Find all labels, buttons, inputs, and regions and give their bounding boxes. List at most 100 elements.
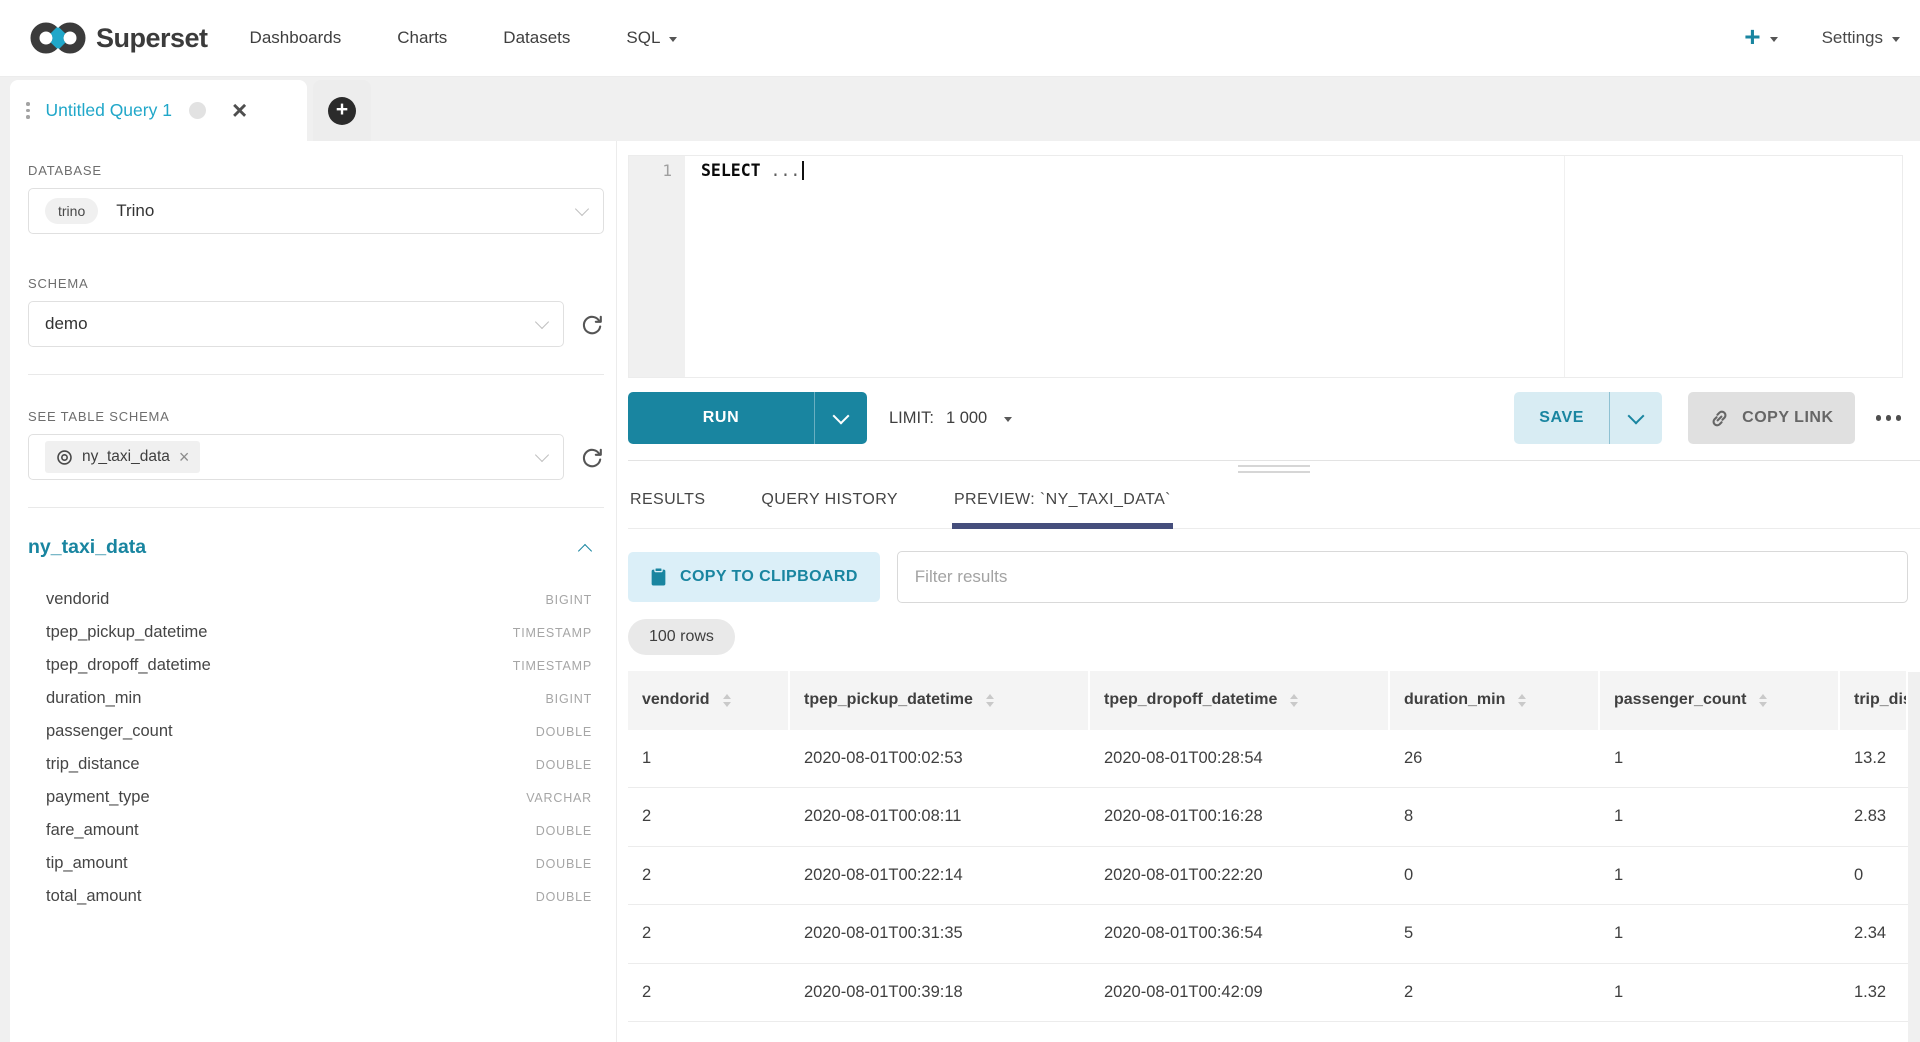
remove-table-icon[interactable]: × — [179, 450, 190, 464]
results-scrollbar[interactable] — [1908, 672, 1920, 1042]
drag-handle-icon[interactable] — [26, 102, 30, 119]
nav-dashboards[interactable]: Dashboards — [250, 28, 342, 48]
chevron-down-icon — [535, 447, 549, 461]
sql-lab-left-panel: DATABASE trino Trino SCHEMA demo SEE TAB — [10, 141, 617, 1042]
preview-results-area: COPY TO CLIPBOARD 100 rows vendorid tpep… — [628, 551, 1920, 1023]
new-item-menu[interactable]: + — [1744, 26, 1777, 51]
run-button[interactable]: RUN — [628, 392, 814, 444]
table-column-row: duration_minBIGINT — [28, 682, 604, 715]
table-column-row: fare_amountDOUBLE — [28, 814, 604, 847]
tab-query-history[interactable]: QUERY HISTORY — [759, 475, 900, 528]
schema-value: demo — [45, 314, 88, 334]
query-tab-active[interactable]: Untitled Query 1 × — [10, 80, 307, 141]
table-column-row: vendoridBIGINT — [28, 583, 604, 616]
see-table-schema-label: SEE TABLE SCHEMA — [28, 409, 604, 424]
query-tab-label: Untitled Query 1 — [46, 100, 172, 121]
copy-link-button[interactable]: COPY LINK — [1688, 392, 1854, 444]
refresh-tables-button[interactable] — [580, 445, 604, 469]
column-header-duration-min[interactable]: duration_min — [1390, 671, 1600, 730]
eye-icon — [56, 449, 73, 466]
limit-dropdown[interactable]: LIMIT: 1 000 — [889, 409, 1012, 428]
table-column-row: tip_amountDOUBLE — [28, 847, 604, 880]
chevron-down-icon — [1770, 37, 1778, 42]
table-column-row: passenger_countDOUBLE — [28, 715, 604, 748]
sort-icon — [1518, 694, 1526, 707]
resize-handle-icon[interactable] — [1238, 465, 1310, 473]
run-options-button[interactable] — [814, 392, 867, 444]
table-name-heading: ny_taxi_data — [28, 536, 146, 559]
sort-icon — [1290, 694, 1298, 707]
clipboard-icon — [650, 567, 667, 586]
schema-select[interactable]: demo — [28, 301, 564, 347]
sql-keyword: SELECT — [701, 161, 761, 180]
more-actions-button[interactable] — [1874, 409, 1904, 427]
run-split-button: RUN — [628, 392, 867, 444]
top-navbar: Superset Dashboards Charts Datasets SQL … — [0, 0, 1920, 77]
main-area: DATABASE trino Trino SCHEMA demo SEE TAB — [0, 141, 1920, 1042]
sql-text: ... — [761, 161, 801, 180]
table-row: 2 2020-08-01T00:22:14 2020-08-01T00:22:2… — [628, 847, 1908, 906]
table-row: 2 2020-08-01T00:08:11 2020-08-01T00:16:2… — [628, 788, 1908, 847]
sort-icon — [1759, 694, 1767, 707]
schema-label: SCHEMA — [28, 276, 604, 291]
results-toolbar: COPY TO CLIPBOARD — [628, 551, 1908, 603]
link-icon — [1709, 408, 1730, 429]
editor-line-gutter: 1 — [629, 156, 685, 377]
column-header-passenger-count[interactable]: passenger_count — [1600, 671, 1840, 730]
plus-icon: + — [328, 97, 356, 125]
editor-code-area[interactable]: SELECT ... — [685, 156, 1902, 377]
column-header-trip-distance[interactable]: trip_distance — [1840, 671, 1908, 730]
table-column-row: tpep_pickup_datetimeTIMESTAMP — [28, 616, 604, 649]
save-split-button: SAVE — [1514, 392, 1662, 444]
database-value: Trino — [116, 201, 154, 221]
editor-print-margin — [1564, 156, 1565, 377]
table-row: 2 2020-08-01T00:31:35 2020-08-01T00:36:5… — [628, 905, 1908, 964]
sql-code-editor[interactable]: 1 SELECT ... — [628, 155, 1903, 378]
refresh-schemas-button[interactable] — [580, 312, 604, 336]
refresh-icon — [580, 445, 604, 469]
sql-editor-pane: 1 SELECT ... RUN LIMIT: 1 000 SAVE — [617, 141, 1920, 1042]
table-row: 2 2020-08-01T00:39:18 2020-08-01T00:42:0… — [628, 964, 1908, 1023]
chevron-down-icon — [535, 314, 549, 328]
limit-value: 1 000 — [946, 409, 987, 428]
selected-table-tag: ny_taxi_data × — [45, 441, 200, 473]
close-tab-icon[interactable]: × — [232, 100, 247, 121]
divider — [28, 507, 604, 508]
chevron-down-icon — [1004, 417, 1012, 422]
nav-sql-menu[interactable]: SQL — [626, 28, 677, 48]
database-label: DATABASE — [28, 163, 604, 178]
new-query-tab-button[interactable]: + — [313, 80, 371, 141]
nav-datasets[interactable]: Datasets — [503, 28, 570, 48]
results-tab-bar: RESULTS QUERY HISTORY PREVIEW: `NY_TAXI_… — [628, 475, 1920, 529]
table-row: 1 2020-08-01T00:02:53 2020-08-01T00:28:5… — [628, 730, 1908, 789]
text-cursor — [802, 161, 804, 180]
filter-results-input[interactable] — [897, 551, 1908, 603]
tab-status-dot — [189, 102, 206, 119]
save-options-button[interactable] — [1609, 392, 1662, 444]
column-header-tpep-dropoff-datetime[interactable]: tpep_dropoff_datetime — [1090, 671, 1390, 730]
tab-results[interactable]: RESULTS — [628, 475, 707, 528]
collapse-chevron-icon[interactable] — [578, 543, 592, 557]
table-column-row: trip_distanceDOUBLE — [28, 748, 604, 781]
column-header-vendorid[interactable]: vendorid — [628, 671, 790, 730]
line-number: 1 — [662, 161, 672, 180]
chevron-down-icon — [669, 37, 677, 42]
superset-logo[interactable]: Superset — [30, 20, 208, 56]
table-schema-select[interactable]: ny_taxi_data × — [28, 434, 564, 480]
results-table-header: vendorid tpep_pickup_datetime tpep_dropo… — [628, 671, 1908, 730]
limit-label: LIMIT: — [889, 409, 934, 428]
sql-toolbar: RUN LIMIT: 1 000 SAVE COPY LINK — [628, 392, 1903, 444]
copy-to-clipboard-button[interactable]: COPY TO CLIPBOARD — [628, 552, 880, 602]
table-columns-list: vendoridBIGINT tpep_pickup_datetimeTIMES… — [28, 583, 604, 913]
nav-charts[interactable]: Charts — [397, 28, 447, 48]
sort-icon — [723, 694, 731, 707]
chevron-down-icon — [833, 407, 850, 424]
save-button[interactable]: SAVE — [1514, 392, 1609, 444]
column-header-tpep-pickup-datetime[interactable]: tpep_pickup_datetime — [790, 671, 1090, 730]
tab-preview-ny-taxi-data[interactable]: PREVIEW: `NY_TAXI_DATA` — [952, 475, 1173, 528]
table-column-row: total_amountDOUBLE — [28, 880, 604, 913]
sort-icon — [986, 694, 994, 707]
settings-menu[interactable]: Settings — [1822, 28, 1900, 48]
query-tab-strip: Untitled Query 1 × + — [0, 77, 1920, 141]
database-select[interactable]: trino Trino — [28, 188, 604, 234]
